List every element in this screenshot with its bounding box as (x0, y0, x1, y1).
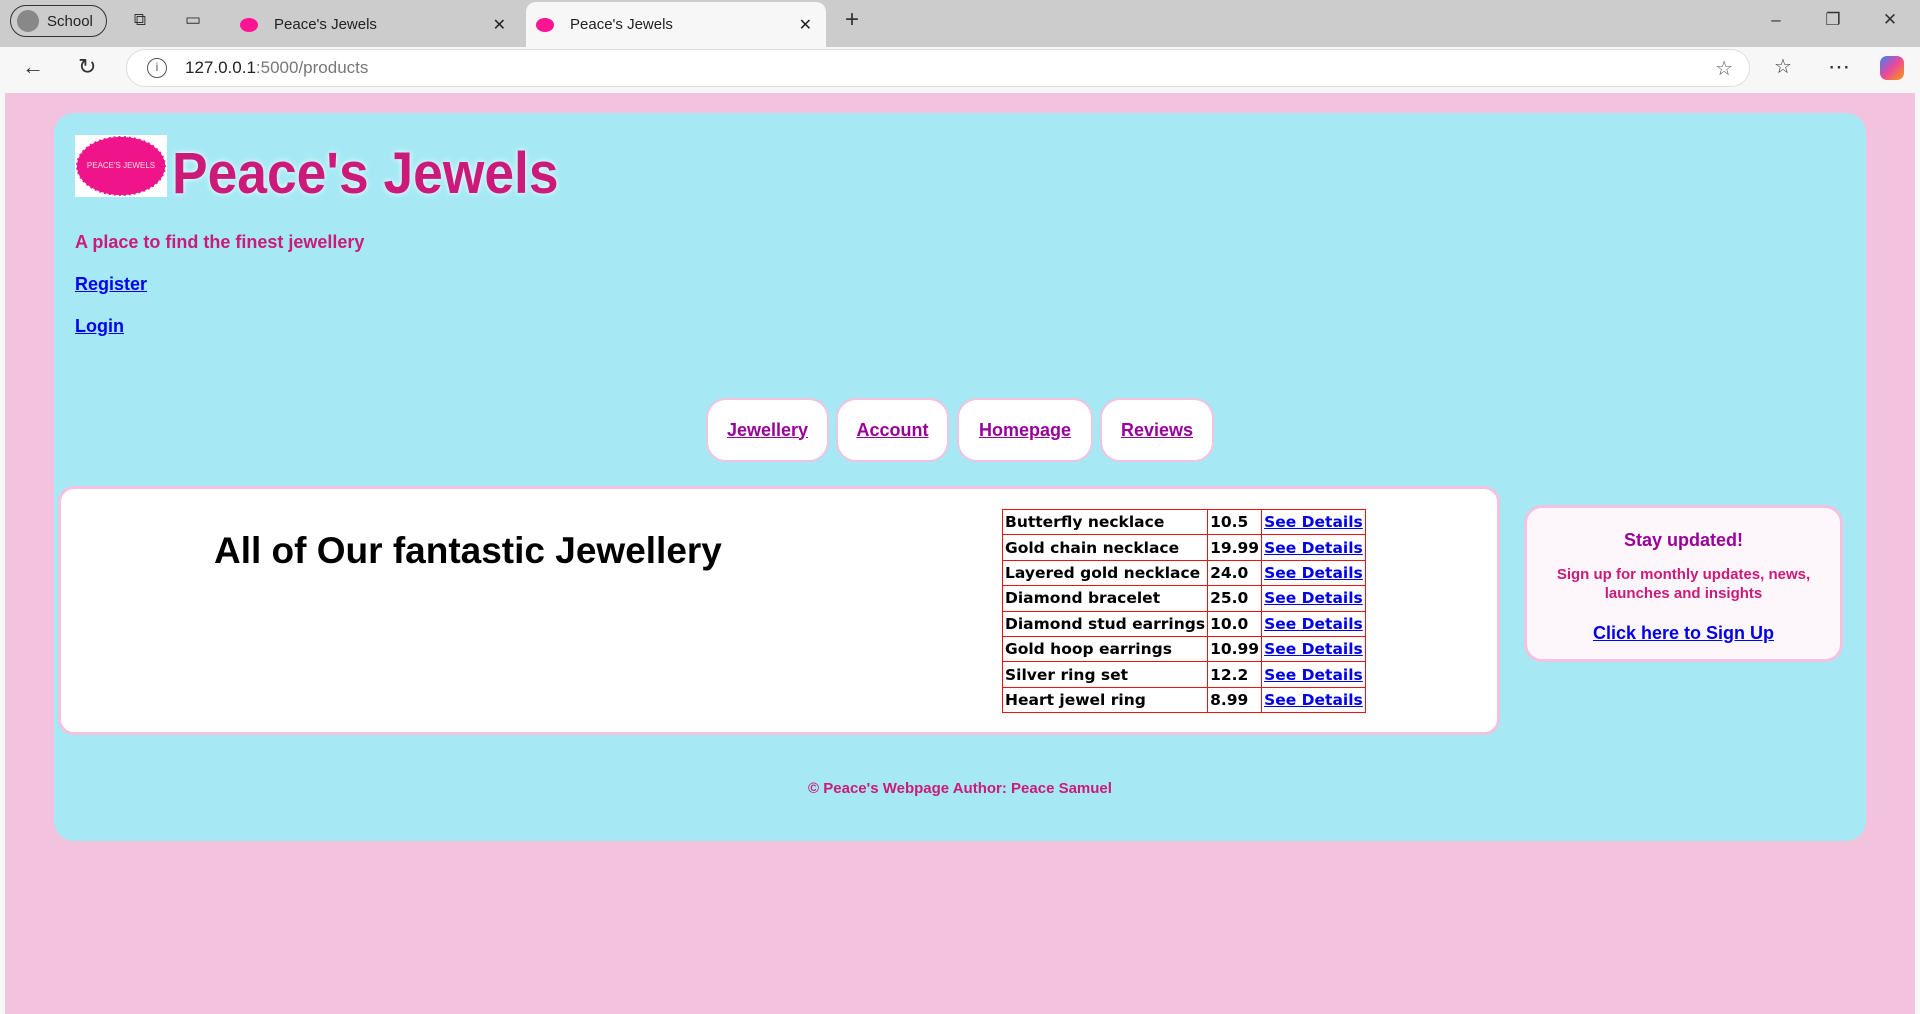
product-row: Butterfly necklace 10.5 See Details (1001, 508, 1366, 536)
register-link[interactable]: Register (75, 274, 147, 295)
product-price: 25.0 (1207, 585, 1263, 612)
details-cell: See Details (1261, 635, 1366, 663)
minimize-icon[interactable]: – (1766, 10, 1786, 30)
tab-title: Peace's Jewels (274, 16, 377, 33)
product-name: Layered gold necklace (1001, 559, 1209, 587)
product-price: 12.2 (1207, 661, 1263, 688)
site-title: Peace's Jewels (172, 141, 559, 206)
profile-button[interactable]: School (10, 5, 107, 37)
newsletter-title: Stay updated! (1623, 530, 1743, 550)
login-link[interactable]: Login (75, 316, 124, 337)
details-cell: See Details (1261, 508, 1366, 536)
profile-label: School (47, 12, 93, 30)
avatar-icon (17, 10, 39, 32)
details-cell: See Details (1261, 686, 1366, 714)
details-cell: See Details (1261, 610, 1366, 637)
tab-title: Peace's Jewels (570, 16, 673, 33)
close-tab-icon[interactable]: ✕ (493, 15, 506, 35)
restore-icon[interactable]: ❐ (1823, 10, 1843, 30)
product-price: 8.99 (1207, 686, 1263, 714)
more-icon[interactable]: ⋯ (1828, 54, 1850, 80)
details-cell: See Details (1261, 585, 1366, 612)
close-window-icon[interactable]: ✕ (1880, 10, 1900, 30)
tagline: A place to find the finest jewellery (75, 232, 365, 252)
copilot-icon[interactable] (1880, 56, 1904, 80)
favicon-icon (240, 17, 258, 32)
product-name: Gold hoop earrings (1001, 635, 1209, 663)
see-details-link[interactable]: See Details (1264, 539, 1363, 557)
newsletter-text: Sign up for monthly updates, news, launc… (1556, 566, 1811, 602)
nav-reviews[interactable]: Reviews (1100, 398, 1214, 462)
nav-account[interactable]: Account (836, 398, 949, 462)
product-row: Gold chain necklace 19.99 See Details (1001, 534, 1366, 561)
product-price: 10.5 (1207, 508, 1263, 536)
product-row: Layered gold necklace 24.0 See Details (1001, 559, 1366, 587)
products-table: Butterfly necklace 10.5 See Details Gold ch… (1001, 508, 1366, 714)
collections-icon[interactable]: ⧉ (130, 10, 150, 30)
see-details-link[interactable]: See Details (1264, 691, 1363, 709)
see-details-link[interactable]: See Details (1264, 513, 1363, 531)
footer: © Peace's Webpage Author: Peace Samuel (808, 780, 1112, 797)
product-row: Heart jewel ring 8.99 See Details (1001, 686, 1366, 714)
nav-homepage[interactable]: Homepage (957, 398, 1093, 462)
see-details-link[interactable]: See Details (1264, 589, 1363, 607)
see-details-link[interactable]: See Details (1264, 640, 1363, 658)
tab-1[interactable]: Peace's Jewels ✕ (230, 2, 520, 47)
signup-link[interactable]: Click here to Sign Up (1593, 623, 1774, 644)
product-row: Diamond stud earrings 10.0 See Details (1001, 610, 1366, 637)
product-name: Silver ring set (1001, 661, 1209, 688)
product-row: Diamond bracelet 25.0 See Details (1001, 585, 1366, 612)
product-price: 10.0 (1207, 610, 1263, 637)
nav-jewellery[interactable]: Jewellery (706, 398, 829, 462)
product-name: Diamond bracelet (1001, 585, 1209, 612)
products-heading: All of Our fantastic Jewellery (214, 530, 722, 571)
product-name: Diamond stud earrings (1001, 610, 1209, 637)
newsletter-box: Stay updated! Sign up for monthly update… (1524, 505, 1843, 662)
details-cell: See Details (1261, 534, 1366, 561)
favicon-icon (536, 17, 554, 32)
new-tab-icon[interactable]: + (842, 6, 862, 33)
see-details-link[interactable]: See Details (1264, 615, 1363, 633)
product-name: Heart jewel ring (1001, 686, 1209, 714)
product-row: Silver ring set 12.2 See Details (1001, 661, 1366, 688)
product-name: Butterfly necklace (1001, 508, 1209, 536)
product-price: 10.99 (1207, 635, 1263, 663)
url-path: :5000/products (255, 58, 369, 77)
close-tab-icon[interactable]: ✕ (799, 15, 812, 35)
tab-2-active[interactable]: Peace's Jewels ✕ (526, 2, 826, 47)
product-row: Gold hoop earrings 10.99 See Details (1001, 635, 1366, 663)
info-icon[interactable]: i (147, 58, 167, 78)
see-details-link[interactable]: See Details (1264, 564, 1363, 582)
refresh-icon[interactable]: ↻ (78, 54, 96, 80)
logo: PEACE'S JEWELS (75, 135, 167, 197)
product-name: Gold chain necklace (1001, 534, 1209, 561)
product-price: 24.0 (1207, 559, 1263, 587)
favorites-icon[interactable]: ☆ (1774, 54, 1792, 79)
see-details-link[interactable]: See Details (1264, 666, 1363, 684)
url-host: 127.0.0.1 (185, 58, 256, 77)
back-icon[interactable]: ← (22, 54, 44, 80)
product-price: 19.99 (1207, 534, 1263, 561)
favorite-star-icon[interactable]: ☆ (1715, 56, 1733, 81)
details-cell: See Details (1261, 661, 1366, 688)
details-cell: See Details (1261, 559, 1366, 587)
tab-actions-icon[interactable]: ▭ (183, 10, 203, 30)
address-bar[interactable]: i 127.0.0.1:5000/products ☆ (126, 49, 1750, 87)
